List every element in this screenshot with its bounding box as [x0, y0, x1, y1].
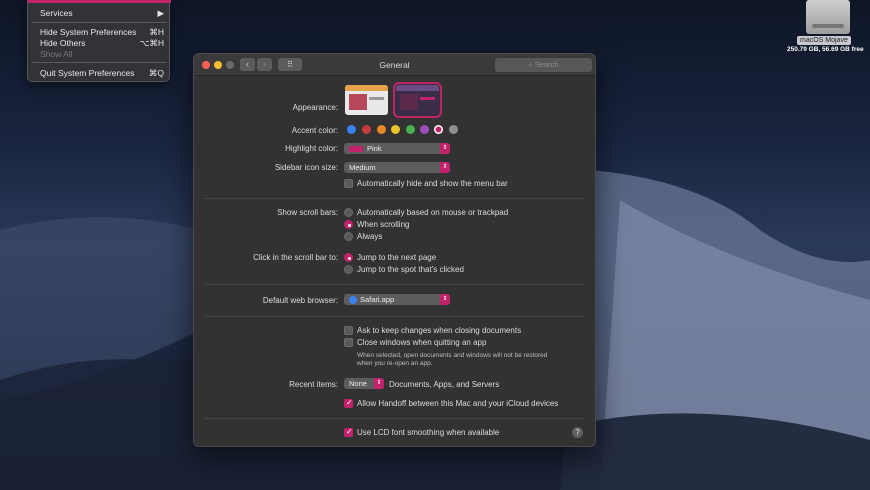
accent-green[interactable] — [406, 125, 415, 134]
ask-keep-changes-checkbox[interactable] — [344, 326, 353, 335]
recent-items-label: Recent items: — [289, 380, 338, 389]
accent-color-label: Accent color: — [291, 126, 338, 135]
accent-red[interactable] — [362, 125, 371, 134]
divider — [204, 316, 585, 317]
divider — [204, 198, 585, 199]
title-bar: ‹ › ⠿ General ⌕ Search — [194, 54, 595, 76]
scroll-when-scrolling-radio[interactable] — [344, 220, 353, 229]
sidebar-icon-size-label: Sidebar icon size: — [274, 163, 338, 172]
menu-item-services[interactable]: Services ▶ — [40, 8, 164, 18]
scroll-always-label: Always — [357, 232, 383, 241]
menu-item-hide-system-preferences[interactable]: Hide System Preferences ⌘H — [40, 27, 164, 37]
lcd-smoothing-label: Use LCD font smoothing when available — [357, 428, 500, 437]
accent-purple[interactable] — [420, 125, 429, 134]
accent-pink[interactable] — [434, 125, 443, 134]
appearance-label: Appearance: — [292, 103, 338, 112]
preferences-window: ‹ › ⠿ General ⌕ Search Appearance: Accen… — [193, 53, 596, 447]
close-windows-checkbox[interactable] — [344, 338, 353, 347]
drive-size: 250.79 GB, 56.69 GB free — [787, 46, 864, 53]
highlight-color-popup[interactable]: Pink ⇕ — [344, 143, 450, 154]
chevron-updown-icon: ⇕ — [440, 294, 450, 305]
drive-label[interactable]: macOS Mojave — [797, 36, 851, 45]
chevron-updown-icon: ⇕ — [374, 378, 384, 389]
lcd-smoothing-checkbox[interactable] — [344, 427, 353, 437]
sidebar-icon-size-popup[interactable]: Medium ⇕ — [344, 162, 450, 173]
menu-highlight — [28, 0, 171, 3]
close-windows-label: Close windows when quitting an app — [357, 338, 487, 347]
menu-separator — [32, 22, 167, 23]
menu-item-show-all: Show All — [40, 49, 73, 59]
scroll-auto-label: Automatically based on mouse or trackpad — [357, 208, 509, 217]
accent-graphite[interactable] — [449, 125, 458, 134]
jump-next-page-label: Jump to the next page — [357, 253, 437, 262]
scroll-auto-radio[interactable] — [344, 208, 353, 217]
ask-keep-changes-label: Ask to keep changes when closing documen… — [357, 326, 522, 335]
recent-items-suffix: Documents, Apps, and Servers — [389, 380, 500, 389]
default-browser-label: Default web browser: — [262, 296, 338, 305]
recent-items-popup[interactable]: None ⇕ — [344, 378, 384, 389]
menubar-autohide-label: Automatically hide and show the menu bar — [357, 179, 508, 188]
click-scroll-label: Click in the scroll bar to: — [253, 253, 338, 262]
menu-item-quit[interactable]: Quit System Preferences ⌘Q — [40, 68, 164, 78]
handoff-checkbox[interactable] — [344, 398, 353, 408]
menu-separator — [32, 62, 167, 63]
divider — [204, 284, 585, 285]
help-button[interactable]: ? — [572, 427, 583, 438]
accent-orange[interactable] — [377, 125, 386, 134]
menu-item-hide-others[interactable]: Hide Others ⌥⌘H — [40, 38, 164, 48]
jump-spot-label: Jump to the spot that's clicked — [357, 265, 464, 274]
handoff-label: Allow Handoff between this Mac and your … — [357, 399, 559, 408]
app-menu: Services ▶ Hide System Preferences ⌘H Hide… — [27, 0, 171, 82]
chevron-updown-icon: ⇕ — [440, 162, 450, 173]
search-input[interactable]: ⌕ Search — [495, 58, 592, 72]
accent-yellow[interactable] — [391, 125, 400, 134]
divider — [204, 418, 585, 419]
safari-icon — [349, 296, 357, 305]
menubar-autohide-checkbox[interactable] — [344, 179, 353, 188]
jump-spot-radio[interactable] — [344, 265, 353, 274]
chevron-updown-icon: ⇕ — [440, 143, 450, 154]
close-windows-note-2: when you re-open an app. — [357, 360, 433, 367]
jump-next-page-radio[interactable] — [344, 253, 353, 262]
default-browser-popup[interactable]: Safari.app ⇕ — [344, 294, 450, 305]
drive-icon[interactable] — [806, 0, 850, 34]
appearance-light-option[interactable] — [345, 85, 388, 115]
scroll-bars-label: Show scroll bars: — [277, 208, 338, 217]
accent-blue[interactable] — [347, 125, 356, 134]
scroll-when-scrolling-label: When scrolling — [357, 220, 410, 229]
pink-swatch — [349, 146, 363, 153]
scroll-always-radio[interactable] — [344, 232, 353, 241]
appearance-dark-option[interactable] — [393, 82, 442, 118]
highlight-color-label: Highlight color: — [285, 144, 338, 153]
close-windows-note-1: When selected, open documents and window… — [357, 352, 548, 359]
